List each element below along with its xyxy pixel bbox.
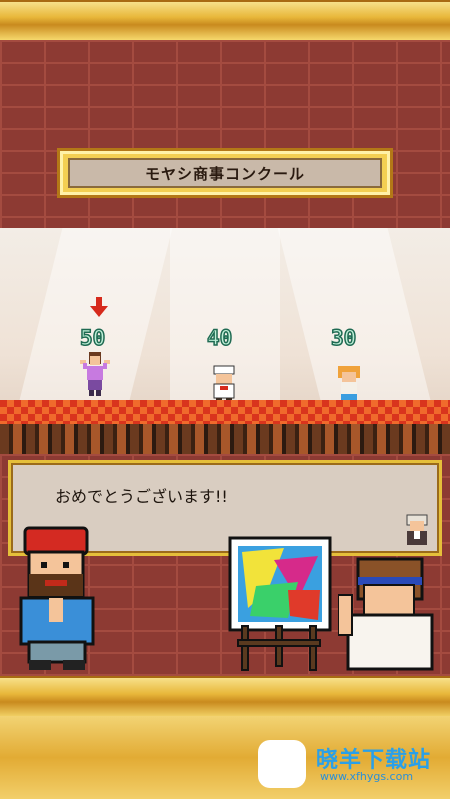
contestant-score: 30 xyxy=(330,325,357,351)
watermark-url: www.xfhygs.com xyxy=(320,770,414,783)
contest-title: モヤシ商事コンクール xyxy=(144,164,305,183)
dialog-message: おめでとうございます!! xyxy=(55,487,228,506)
upper-brick-wall xyxy=(0,40,450,230)
painter-character xyxy=(338,557,434,671)
painting-icon xyxy=(228,536,332,671)
contestant-sprite xyxy=(80,352,110,396)
watermark-logo: 晓羊下载站 www.xfhygs.com xyxy=(258,740,448,790)
left-character xyxy=(19,526,95,670)
contest-title-sign: モヤシ商事コンクール xyxy=(57,148,393,198)
title-plate: モヤシ商事コンクール xyxy=(68,158,382,188)
bottom-gold-trim xyxy=(0,676,450,720)
audience-row xyxy=(0,424,450,456)
presenter-portrait xyxy=(406,514,428,545)
top-gold-bar xyxy=(0,0,450,42)
contestant-score: 40 xyxy=(206,325,233,351)
contestant-score: 50 xyxy=(79,325,106,351)
winner-arrow-icon xyxy=(90,297,108,317)
sheep-logo-icon xyxy=(258,740,306,788)
